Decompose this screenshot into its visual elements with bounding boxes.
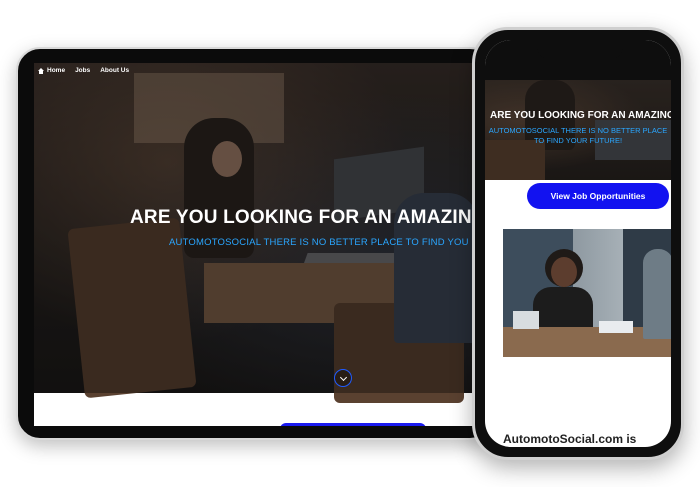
phone-device: ARE YOU LOOKING FOR AN AMAZING CA AUTOMO… bbox=[472, 27, 684, 460]
phone-hero-subtitle: AUTOMOTOSOCIAL THERE IS NO BETTER PLACE … bbox=[488, 126, 668, 145]
hero-section: Home Jobs About Us ARE YOU LOOKING FOR A… bbox=[34, 63, 478, 403]
phone-hero-title: ARE YOU LOOKING FOR AN AMAZING CA bbox=[490, 110, 671, 121]
nav-jobs[interactable]: Jobs bbox=[75, 67, 90, 74]
hero-title: ARE YOU LOOKING FOR AN AMAZING bbox=[130, 207, 478, 228]
chevron-down-icon bbox=[339, 373, 347, 381]
top-nav: Home Jobs About Us bbox=[38, 67, 129, 74]
phone-notch bbox=[537, 40, 623, 60]
nav-about-label: About Us bbox=[100, 67, 130, 74]
nav-about[interactable]: About Us bbox=[100, 67, 129, 74]
company-intro-heading: AutomotoSocial.com is bbox=[503, 432, 637, 446]
tablet-cta-button-partial[interactable] bbox=[280, 423, 426, 426]
tablet-screen: Home Jobs About Us ARE YOU LOOKING FOR A… bbox=[34, 63, 478, 426]
view-job-opportunities-button[interactable]: View Job Opportunities bbox=[527, 183, 669, 209]
phone-hero-section: ARE YOU LOOKING FOR AN AMAZING CA AUTOMO… bbox=[485, 80, 671, 180]
device-mockup-stage: Home Jobs About Us ARE YOU LOOKING FOR A… bbox=[0, 0, 700, 487]
scroll-down-button[interactable] bbox=[334, 369, 352, 387]
nav-jobs-label: Jobs bbox=[75, 67, 91, 74]
hero-subtitle: AUTOMOTOSOCIAL THERE IS NO BETTER PLACE … bbox=[169, 237, 469, 248]
home-icon bbox=[38, 67, 44, 74]
nav-home-label: Home bbox=[47, 67, 66, 74]
tablet-device: Home Jobs About Us ARE YOU LOOKING FOR A… bbox=[16, 47, 494, 440]
phone-screen: ARE YOU LOOKING FOR AN AMAZING CA AUTOMO… bbox=[485, 40, 671, 447]
office-meeting-photo bbox=[503, 229, 671, 357]
nav-home[interactable]: Home bbox=[38, 67, 65, 74]
